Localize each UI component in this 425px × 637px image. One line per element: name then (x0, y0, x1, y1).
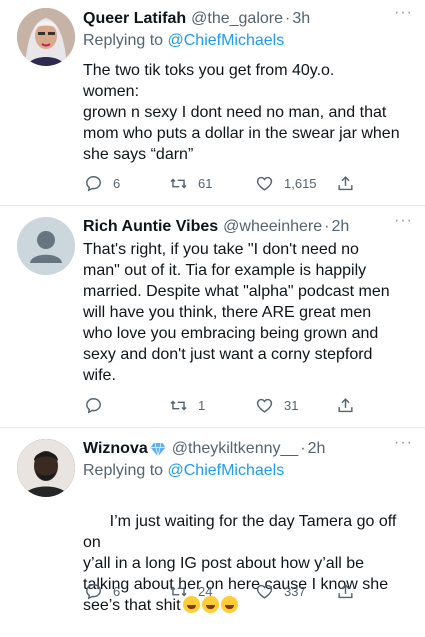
like-count: 1,615 (284, 175, 317, 191)
mention-link[interactable]: @ChiefMichaels (168, 32, 285, 49)
tweet-1[interactable]: Queer Latifah @the_galore · 3h ··· Reply… (0, 0, 425, 205)
retweet-button[interactable]: 1 (169, 396, 205, 415)
replying-prefix: Replying to (83, 32, 164, 49)
retweet-count: 61 (198, 175, 213, 191)
author-name[interactable]: Wiznova (83, 438, 148, 459)
reply-button[interactable]: 6 (84, 582, 120, 601)
retweet-icon (170, 400, 187, 410)
like-button[interactable]: 31 (255, 396, 298, 415)
like-count: 31 (284, 397, 299, 413)
like-count: 337 (284, 583, 306, 599)
reply-icon (86, 583, 101, 600)
timestamp[interactable]: 2h (308, 438, 326, 459)
retweet-count: 24 (198, 583, 213, 599)
blue-diamond-icon (150, 442, 166, 457)
retweet-button[interactable]: 24 (169, 582, 212, 601)
reply-button[interactable]: 6 (84, 174, 120, 193)
avatar-photo (17, 439, 75, 497)
default-profile-icon (17, 217, 75, 275)
more-options-icon[interactable]: ··· (394, 212, 413, 230)
separator-dot: · (324, 218, 330, 235)
heart-icon (256, 176, 273, 191)
action-bar: 1 31 (83, 394, 411, 416)
more-options-icon[interactable]: ··· (394, 434, 413, 452)
tweet-text-container: I’m just waiting for the day Tamera go o… (83, 490, 413, 637)
share-button[interactable] (336, 396, 355, 415)
heart-icon (256, 584, 273, 599)
retweet-icon (170, 178, 187, 188)
mention-link[interactable]: @ChiefMichaels (168, 462, 285, 479)
share-icon (338, 583, 353, 598)
tweet-3[interactable]: Wiznova @theykiltkenny__ · 2h ··· Replyi… (0, 428, 425, 614)
avatar[interactable] (17, 217, 75, 275)
author-handle[interactable]: @theykiltkenny__ (172, 438, 299, 459)
author-handle[interactable]: @the_galore (191, 8, 283, 29)
reply-button[interactable] (84, 396, 113, 415)
avatar[interactable] (17, 439, 75, 497)
replying-prefix: Replying to (83, 462, 164, 479)
reply-icon (86, 397, 101, 414)
avatar[interactable] (17, 8, 75, 66)
share-icon (338, 397, 353, 412)
like-button[interactable]: 1,615 (255, 174, 317, 193)
action-bar: 6 24 337 (83, 580, 411, 602)
share-button[interactable] (336, 174, 355, 193)
tweet-text: The two tik toks you get from 40y.o. wom… (83, 62, 400, 163)
reply-count: 6 (113, 583, 121, 599)
heart-icon (256, 398, 273, 413)
like-button[interactable]: 337 (255, 582, 306, 601)
reply-count: 6 (113, 175, 121, 191)
author-handle[interactable]: @wheeinhere (223, 216, 322, 237)
avatar-photo (17, 8, 75, 66)
reply-icon (86, 175, 101, 192)
separator-dot: · (285, 10, 291, 27)
replying-to: Replying to @ChiefMichaels (83, 460, 413, 481)
more-options-icon[interactable]: ··· (394, 4, 413, 22)
separator-dot: · (300, 440, 306, 457)
share-icon (338, 175, 353, 190)
action-bar: 6 61 1,615 (83, 172, 411, 194)
timestamp[interactable]: 2h (331, 216, 349, 237)
timestamp[interactable]: 3h (292, 8, 310, 29)
tweet-text: That's right, if you take "I don't need … (83, 241, 390, 384)
author-name[interactable]: Rich Auntie Vibes (83, 216, 218, 237)
tweet-2[interactable]: Rich Auntie Vibes @wheeinhere · 2h ··· T… (0, 206, 425, 426)
retweet-count: 1 (198, 397, 206, 413)
retweet-button[interactable]: 61 (169, 174, 212, 193)
replying-to: Replying to @ChiefMichaels (83, 30, 413, 51)
share-button[interactable] (336, 582, 355, 601)
author-name[interactable]: Queer Latifah (83, 8, 186, 29)
retweet-icon (170, 586, 187, 596)
